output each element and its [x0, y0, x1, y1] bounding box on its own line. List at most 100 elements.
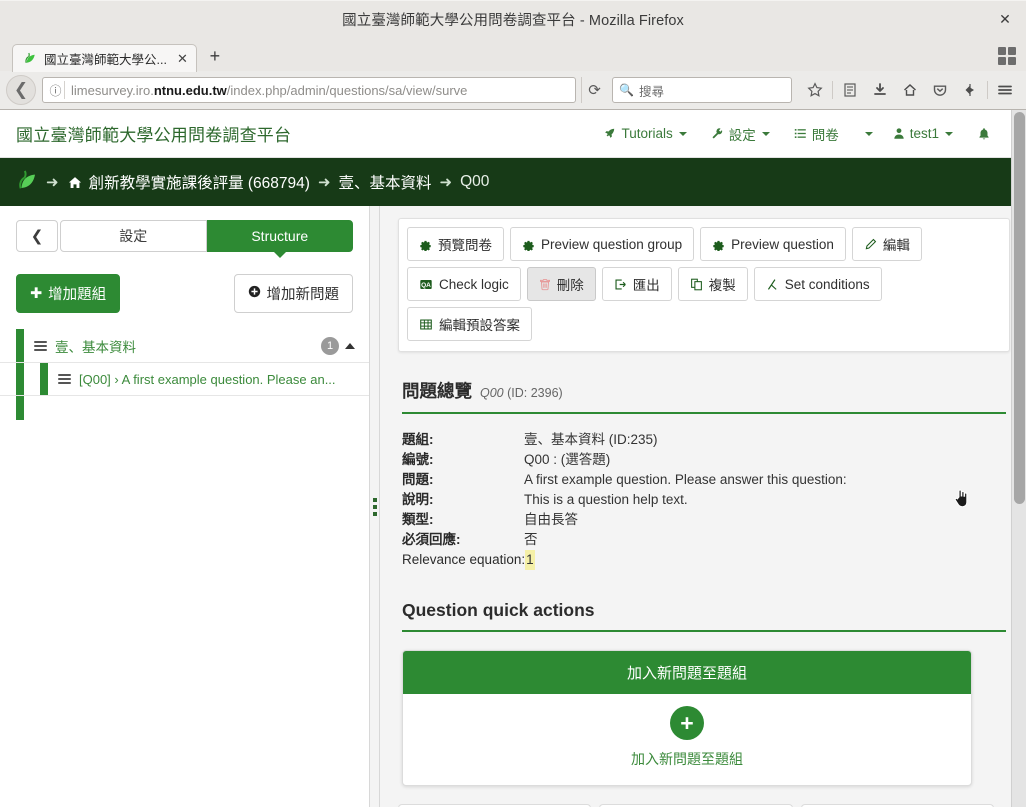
question-toolbar: 預覽問卷 Preview question group Preview ques…: [398, 218, 1010, 352]
preview-survey-button[interactable]: 預覽問卷: [407, 227, 504, 261]
breadcrumb: ➜ 創新教學實施課後評量 (668794) ➜ 壹、基本資料 ➜ Q00: [0, 158, 1026, 206]
overview-row: 問題: A first example question. Please ans…: [402, 470, 1006, 490]
limesurvey-logo[interactable]: [16, 168, 38, 197]
back-button[interactable]: ❮: [6, 75, 36, 105]
toolbar-separator: [987, 81, 988, 99]
add-new-question-button[interactable]: 增加新問題: [233, 274, 353, 313]
add-question-card-caption: 加入新問題至題組: [631, 751, 743, 767]
scrollbar-thumb[interactable]: [1014, 112, 1025, 504]
toolbar-row-3: 編輯預設答案: [407, 307, 1001, 341]
nav-surveys-dropdown[interactable]: [851, 126, 881, 142]
library-icon[interactable]: [835, 76, 865, 104]
window-title: 國立臺灣師範大學公用問卷調查平台 - Mozilla Firefox: [342, 13, 684, 29]
tab-close-icon[interactable]: ✕: [175, 51, 190, 66]
pocket-icon[interactable]: [925, 76, 955, 104]
downloads-icon[interactable]: [865, 76, 895, 104]
delete-question-button[interactable]: 刪除: [526, 267, 596, 301]
url-prefix: limesurvey.iro.: [71, 82, 154, 98]
list-all-tabs-icon[interactable]: [998, 47, 1016, 65]
browser-toolbar-icons: [800, 76, 1020, 104]
nav-settings[interactable]: 設定: [699, 118, 782, 150]
add-question-group-button[interactable]: ✚ 增加題組: [16, 274, 121, 313]
nav-surveys[interactable]: 問卷: [782, 118, 851, 150]
breadcrumb-question: Q00: [460, 173, 490, 190]
app-brand-title: 國立臺灣師範大學公用問卷調查平台: [16, 126, 292, 145]
chevron-up-icon[interactable]: [345, 342, 355, 349]
new-tab-button[interactable]: +: [201, 42, 229, 70]
tab-structure[interactable]: Structure: [206, 220, 353, 252]
gear-icon: [522, 238, 535, 251]
edit-default-answers-button[interactable]: 編輯預設答案: [407, 307, 532, 341]
sidebar-collapse-button[interactable]: ❮: [16, 220, 58, 252]
plus-icon[interactable]: +: [670, 706, 704, 740]
nav-surveys-label: 問卷: [811, 127, 839, 143]
preview-question-group-button[interactable]: Preview question group: [510, 227, 695, 261]
breadcrumb-arrow: ➜: [317, 174, 331, 191]
page-title: 問題總覽: [402, 381, 472, 401]
overview-key: 問題:: [402, 472, 434, 487]
preview-question-group-label: Preview question group: [541, 236, 683, 252]
info-icon[interactable]: ⓘ: [47, 81, 65, 99]
tree-question-row[interactable]: [Q00] › A first example question. Please…: [0, 363, 369, 396]
window-close-button[interactable]: ✕: [994, 9, 1016, 31]
bookmark-star-icon[interactable]: [800, 76, 830, 104]
quick-actions-title: Question quick actions: [402, 600, 1006, 632]
nav-tutorials[interactable]: Tutorials: [591, 120, 698, 147]
nav-notifications[interactable]: [965, 121, 1008, 147]
reload-icon[interactable]: ⟳: [581, 77, 607, 103]
sidebar-actions: ✚ 增加題組 增加新問題: [16, 274, 353, 313]
overview-key: 說明:: [402, 492, 434, 507]
overview-row: 必須回應: 否: [402, 530, 1006, 550]
drag-handle-icon[interactable]: [58, 374, 71, 384]
breadcrumb-arrow: ➜: [46, 174, 59, 191]
tab-settings[interactable]: 設定: [60, 220, 207, 252]
page-scrollbar[interactable]: [1011, 110, 1026, 807]
sidebar-splitter[interactable]: [370, 206, 380, 807]
preview-question-button[interactable]: Preview question: [700, 227, 846, 261]
home-icon: [67, 175, 83, 190]
add-question-group-label: 增加題組: [48, 287, 107, 303]
tree-group-row[interactable]: 壹、基本資料 1: [0, 329, 369, 363]
overview-row: 類型: 自由長答: [402, 510, 1006, 530]
set-conditions-button[interactable]: Set conditions: [753, 267, 882, 301]
overview-key: Relevance equation:: [402, 552, 526, 567]
browser-tab[interactable]: 國立臺灣師範大學公... ✕: [12, 44, 197, 72]
overview-key: 題組:: [402, 432, 434, 447]
toolbar-separator: [832, 81, 833, 99]
add-question-card[interactable]: 加入新問題至題組 + 加入新問題至題組: [402, 650, 972, 786]
tree-group-label: 壹、基本資料: [55, 339, 136, 355]
search-bar[interactable]: 🔍 搜尋: [612, 77, 792, 103]
chevron-down-icon: [761, 131, 770, 136]
list-icon: [794, 127, 807, 140]
drag-handle-icon[interactable]: [34, 340, 47, 351]
plus-circle-icon: [248, 285, 261, 302]
breadcrumb-group[interactable]: 壹、基本資料: [339, 171, 432, 193]
edit-question-button[interactable]: 編輯: [851, 227, 922, 261]
browser-tab-title: 國立臺灣師範大學公...: [44, 53, 167, 67]
question-color-bar: [40, 363, 48, 395]
question-count-badge: 1: [321, 336, 339, 355]
add-question-card-body[interactable]: + 加入新問題至題組: [403, 694, 971, 785]
search-placeholder: 搜尋: [638, 84, 664, 99]
nav-user-menu[interactable]: test1: [881, 120, 965, 147]
group-color-bar: [16, 329, 24, 362]
home-icon[interactable]: [895, 76, 925, 104]
drag-dots-icon: [372, 497, 377, 516]
export-question-button[interactable]: 匯出: [601, 267, 672, 301]
url-bar[interactable]: ⓘ limesurvey.iro.ntnu.edu.tw/index.php/a…: [42, 77, 576, 103]
overview-value: A first example question. Please answer …: [524, 472, 847, 487]
wrench-icon: [711, 127, 724, 140]
copy-question-button[interactable]: 複製: [677, 267, 748, 301]
copy-icon: [690, 278, 703, 291]
overview-title-row: 問題總覽 Q00 (ID: 2396): [402, 378, 1006, 414]
breadcrumb-survey[interactable]: 創新教學實施課後評量 (668794): [89, 171, 310, 193]
hamburger-menu-icon[interactable]: [990, 76, 1020, 104]
main-content: 預覽問卷 Preview question group Preview ques…: [380, 206, 1026, 807]
overview-row: Relevance equation: 1: [402, 550, 1006, 570]
browser-window: 國立臺灣師範大學公用問卷調查平台 - Mozilla Firefox ✕ 國立臺…: [0, 0, 1026, 110]
nav-settings-label: 設定: [728, 127, 756, 143]
search-icon: 🔍: [619, 83, 634, 97]
sync-tabs-icon[interactable]: [955, 76, 985, 104]
check-logic-button[interactable]: QA Check logic: [407, 267, 521, 301]
overview-key: 必須回應:: [402, 532, 461, 547]
